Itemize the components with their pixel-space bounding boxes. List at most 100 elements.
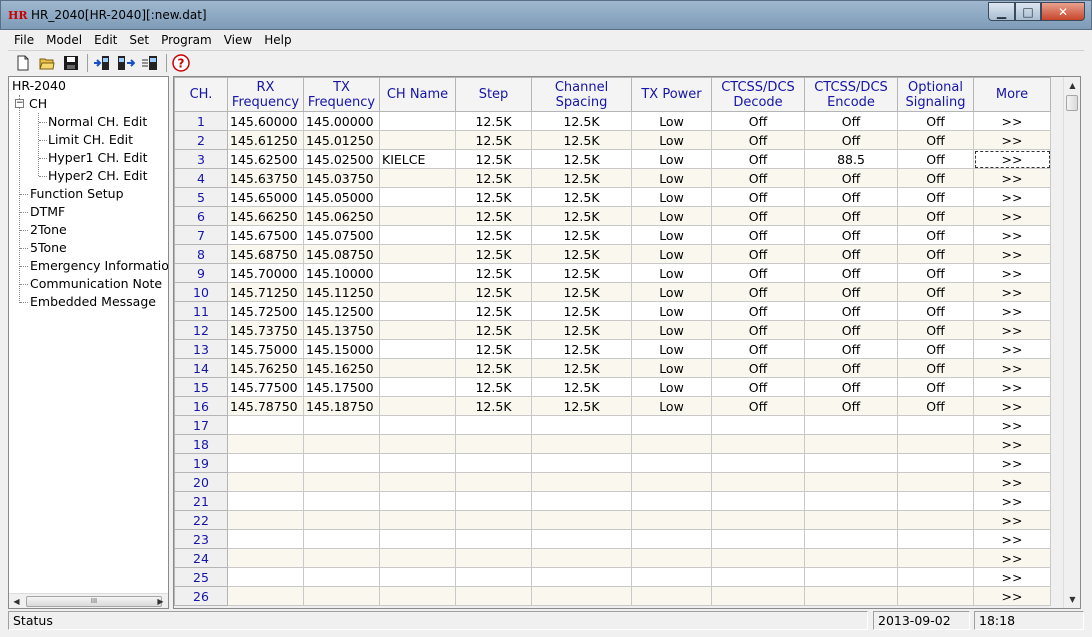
cell-channel-spacing[interactable]	[531, 529, 632, 549]
cell-step[interactable]: 12.5K	[455, 301, 532, 321]
cell-step[interactable]	[455, 548, 532, 568]
cell-tx-power[interactable]: Low	[631, 206, 712, 226]
channel-number[interactable]: 26	[174, 586, 228, 606]
column-header-optional-signaling[interactable]: Optional Signaling	[897, 77, 974, 112]
cell-rx-frequency[interactable]	[227, 567, 304, 587]
more-button[interactable]: >>	[973, 320, 1051, 340]
cell-ctcss-encode[interactable]: Off	[804, 225, 898, 245]
cell-optional-signaling[interactable]: Off	[897, 149, 974, 169]
more-button[interactable]: >>	[973, 491, 1051, 511]
channel-number[interactable]: 21	[174, 491, 228, 511]
cell-ctcss-decode[interactable]	[711, 567, 805, 587]
cell-ctcss-encode[interactable]: Off	[804, 377, 898, 397]
channel-number[interactable]: 17	[174, 415, 228, 435]
cell-channel-spacing[interactable]: 12.5K	[531, 358, 632, 378]
channel-number[interactable]: 18	[174, 434, 228, 454]
more-button[interactable]: >>	[973, 244, 1051, 264]
cell-tx-frequency[interactable]	[303, 453, 380, 473]
cell-optional-signaling[interactable]	[897, 586, 974, 606]
channel-number[interactable]: 15	[174, 377, 228, 397]
cell-ctcss-decode[interactable]: Off	[711, 225, 805, 245]
more-button[interactable]: >>	[973, 567, 1051, 587]
cell-tx-power[interactable]: Low	[631, 377, 712, 397]
column-header-ch[interactable]: CH.	[174, 77, 228, 112]
menu-edit[interactable]: Edit	[88, 33, 123, 47]
cell-tx-frequency[interactable]: 145.15000	[303, 339, 380, 359]
cell-channel-spacing[interactable]: 12.5K	[531, 301, 632, 321]
close-button[interactable]: ✕	[1041, 2, 1085, 21]
cell-tx-frequency[interactable]: 145.06250	[303, 206, 380, 226]
open-file-button[interactable]	[36, 53, 58, 73]
cell-ctcss-decode[interactable]: Off	[711, 168, 805, 188]
cell-ch-name[interactable]	[379, 548, 456, 568]
cell-step[interactable]	[455, 453, 532, 473]
cell-tx-frequency[interactable]: 145.16250	[303, 358, 380, 378]
cell-tx-power[interactable]	[631, 529, 712, 549]
column-header-tx-frequency[interactable]: TX Frequency	[303, 77, 380, 112]
cell-step[interactable]: 12.5K	[455, 396, 532, 416]
tree-item-dtmf[interactable]: DTMF	[30, 203, 65, 221]
cell-rx-frequency[interactable]: 145.70000	[227, 263, 304, 283]
cell-step[interactable]: 12.5K	[455, 111, 532, 131]
tree-scroll-thumb[interactable]: III	[26, 596, 162, 607]
channel-number[interactable]: 24	[174, 548, 228, 568]
tree-horizontal-scrollbar[interactable]: ◀ III ▶	[9, 593, 168, 608]
cell-step[interactable]	[455, 415, 532, 435]
cell-ch-name[interactable]	[379, 586, 456, 606]
column-header-more[interactable]: More	[973, 77, 1051, 112]
cell-tx-frequency[interactable]: 145.17500	[303, 377, 380, 397]
tree-item-ch[interactable]: CH	[29, 95, 47, 113]
menu-program[interactable]: Program	[155, 33, 218, 47]
cell-rx-frequency[interactable]: 145.77500	[227, 377, 304, 397]
cell-tx-frequency[interactable]: 145.13750	[303, 320, 380, 340]
cell-rx-frequency[interactable]	[227, 529, 304, 549]
cell-optional-signaling[interactable]: Off	[897, 187, 974, 207]
cell-optional-signaling[interactable]: Off	[897, 396, 974, 416]
tree-item-normal-ch-edit[interactable]: Normal CH. Edit	[48, 113, 147, 131]
cell-channel-spacing[interactable]: 12.5K	[531, 130, 632, 150]
cell-step[interactable]: 12.5K	[455, 130, 532, 150]
minimize-button[interactable]: ▁	[988, 2, 1015, 21]
cell-channel-spacing[interactable]: 12.5K	[531, 339, 632, 359]
cell-ctcss-decode[interactable]	[711, 491, 805, 511]
radio-info-button[interactable]	[139, 53, 161, 73]
cell-ch-name[interactable]	[379, 111, 456, 131]
cell-tx-frequency[interactable]	[303, 567, 380, 587]
cell-optional-signaling[interactable]: Off	[897, 377, 974, 397]
cell-optional-signaling[interactable]	[897, 415, 974, 435]
cell-channel-spacing[interactable]	[531, 434, 632, 454]
cell-ctcss-encode[interactable]	[804, 434, 898, 454]
more-button[interactable]: >>	[973, 187, 1051, 207]
cell-rx-frequency[interactable]: 145.67500	[227, 225, 304, 245]
tree-item-embedded-message[interactable]: Embedded Message	[30, 293, 156, 311]
cell-rx-frequency[interactable]: 145.63750	[227, 168, 304, 188]
cell-optional-signaling[interactable]: Off	[897, 301, 974, 321]
cell-ch-name[interactable]	[379, 415, 456, 435]
cell-tx-power[interactable]: Low	[631, 320, 712, 340]
cell-tx-power[interactable]: Low	[631, 339, 712, 359]
cell-tx-frequency[interactable]: 145.12500	[303, 301, 380, 321]
cell-step[interactable]	[455, 434, 532, 454]
cell-ch-name[interactable]	[379, 244, 456, 264]
column-header-ctcss-encode[interactable]: CTCSS/DCS Encode	[804, 77, 898, 112]
cell-ctcss-encode[interactable]: Off	[804, 263, 898, 283]
help-button[interactable]: ?	[170, 53, 192, 73]
channel-number[interactable]: 2	[174, 130, 228, 150]
column-header-channel-spacing[interactable]: Channel Spacing	[531, 77, 632, 112]
column-header-rx-frequency[interactable]: RX Frequency	[227, 77, 304, 112]
cell-tx-power[interactable]: Low	[631, 301, 712, 321]
cell-tx-power[interactable]	[631, 453, 712, 473]
cell-channel-spacing[interactable]: 12.5K	[531, 225, 632, 245]
channel-number[interactable]: 11	[174, 301, 228, 321]
cell-tx-power[interactable]	[631, 510, 712, 530]
cell-tx-power[interactable]	[631, 586, 712, 606]
cell-step[interactable]: 12.5K	[455, 282, 532, 302]
cell-ctcss-decode[interactable]: Off	[711, 111, 805, 131]
cell-tx-power[interactable]: Low	[631, 358, 712, 378]
cell-tx-frequency[interactable]	[303, 491, 380, 511]
cell-ch-name[interactable]	[379, 491, 456, 511]
cell-rx-frequency[interactable]: 145.71250	[227, 282, 304, 302]
cell-channel-spacing[interactable]: 12.5K	[531, 111, 632, 131]
cell-tx-power[interactable]: Low	[631, 130, 712, 150]
cell-step[interactable]	[455, 586, 532, 606]
